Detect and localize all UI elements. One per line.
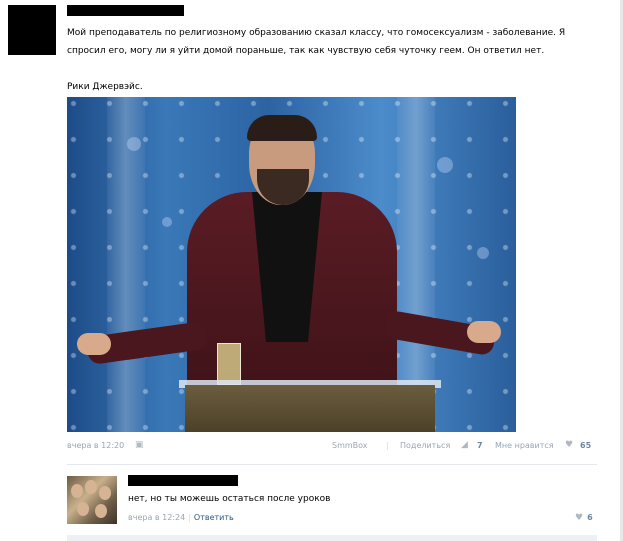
source-label[interactable]: SmmBox: [332, 441, 368, 450]
post-author-avatar[interactable]: [8, 5, 56, 55]
like-button[interactable]: Мне нравится: [495, 441, 554, 450]
comment-meta: вчера в 12:24 | Ответить: [128, 513, 234, 522]
meta-separator: |: [188, 513, 191, 522]
comment-author-avatar[interactable]: [67, 476, 117, 524]
post-author-name-redacted[interactable]: [67, 5, 184, 16]
water-glass: [217, 343, 241, 385]
person-hand-right: [467, 321, 501, 343]
megaphone-icon[interactable]: ◢: [461, 440, 468, 450]
comment-author-name-redacted[interactable]: [128, 475, 238, 486]
share-button[interactable]: Поделиться: [400, 441, 450, 450]
person-hand-left: [77, 333, 111, 355]
like-count: 65: [580, 441, 592, 450]
post-meta-row: вчера в 12:20 ▣ SmmBox | Поделиться ◢ 7 …: [67, 440, 597, 455]
heart-icon[interactable]: ♥: [565, 440, 573, 450]
reply-button[interactable]: Ответить: [194, 513, 234, 522]
comment-like-count: 6: [587, 513, 593, 522]
post-photo[interactable]: [67, 97, 516, 432]
camera-icon: ▣: [135, 440, 144, 450]
comment-input-area[interactable]: [67, 535, 597, 541]
comment-timestamp[interactable]: вчера в 12:24: [128, 513, 185, 522]
comment-text: нет, но ты можешь остаться после уроков: [128, 494, 331, 504]
comments-divider: [67, 464, 597, 465]
post-text-line: спросил его, могу ли я уйти домой порань…: [67, 46, 545, 56]
heart-icon[interactable]: ♥: [575, 513, 583, 523]
post-timestamp[interactable]: вчера в 12:20: [67, 441, 124, 450]
post-text-line: Мой преподаватель по религиозному образо…: [67, 28, 566, 38]
post-text: Мой преподаватель по религиозному образо…: [67, 24, 607, 96]
comment-like[interactable]: ♥ 6: [575, 513, 593, 523]
post-signature: Рики Джервэйс.: [67, 82, 143, 92]
background-light: [162, 217, 172, 227]
person-hair: [247, 115, 317, 141]
share-count: 7: [477, 441, 483, 450]
background-light: [477, 247, 489, 259]
podium: [185, 385, 435, 432]
background-light: [437, 157, 453, 173]
meta-separator: |: [386, 441, 389, 450]
background-light: [127, 137, 141, 151]
